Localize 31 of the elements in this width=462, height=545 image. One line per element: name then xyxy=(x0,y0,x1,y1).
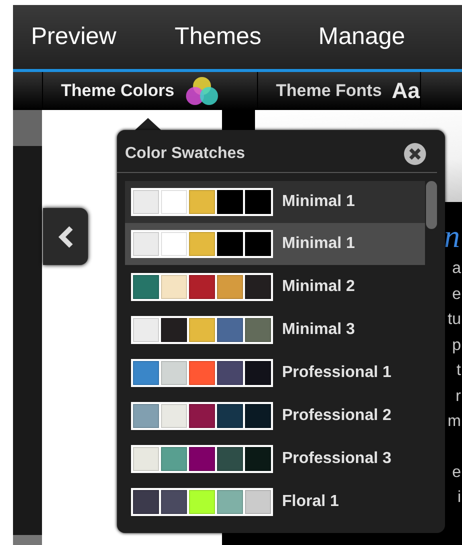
swatch-row[interactable]: Professional 2 xyxy=(125,395,425,437)
preview-text-line: t xyxy=(456,361,461,381)
swatch-row[interactable]: Minimal 1 xyxy=(125,181,425,223)
color-circles-icon xyxy=(184,75,220,107)
collapse-button[interactable] xyxy=(43,208,88,265)
preview-text-line: i xyxy=(457,488,461,508)
nav-item[interactable]: Themes xyxy=(174,23,318,51)
preview-heading: n xyxy=(444,217,460,256)
tab-label: Theme Colors xyxy=(61,81,174,101)
preview-text-line: r xyxy=(456,386,461,406)
close-icon xyxy=(403,142,427,166)
swatch-row[interactable]: Floral 1 xyxy=(125,481,425,523)
preview-text-line: p xyxy=(452,336,461,356)
preview-text-line: tu xyxy=(448,310,461,330)
preview-text-line: a xyxy=(452,259,461,279)
swatch-row[interactable]: Minimal 1 xyxy=(125,223,425,265)
scrollbar-thumb[interactable] xyxy=(426,181,437,229)
swatch-row[interactable]: Professional 1 xyxy=(125,352,425,394)
popover-title: Color Swatches xyxy=(125,145,246,163)
preview-text-line: m xyxy=(448,412,461,432)
font-icon: Aa xyxy=(392,78,420,104)
preview-text-line: e xyxy=(452,462,461,482)
tab-label: Theme Fonts xyxy=(276,81,382,101)
swatch-row[interactable]: Minimal 3 xyxy=(125,309,425,351)
nav-item[interactable]: Manage xyxy=(318,23,462,51)
preview-text-line: e xyxy=(452,284,461,304)
swatch-row[interactable]: Minimal 2 xyxy=(125,266,425,308)
close-button[interactable] xyxy=(403,142,427,166)
swatch-row[interactable]: Professional 3 xyxy=(125,438,425,480)
nav-item[interactable]: Preview xyxy=(31,23,175,51)
chevron-left-icon xyxy=(58,226,74,248)
